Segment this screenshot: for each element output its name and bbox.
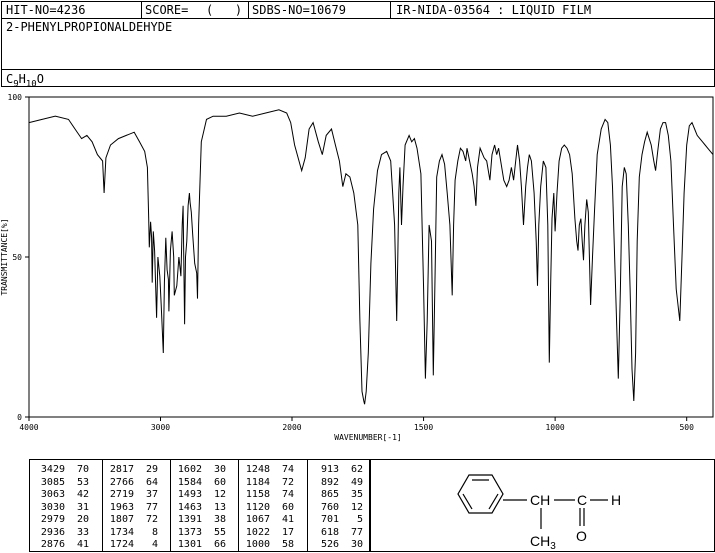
- x-axis-label: WAVENUMBER[-1]: [334, 433, 401, 442]
- y-tick-label: 50: [12, 253, 22, 262]
- x-tick-label: 3000: [151, 423, 170, 432]
- peak-table-divider: [307, 459, 308, 552]
- x-tick-label: 4000: [19, 423, 38, 432]
- peak-wavenumber: 1000: [245, 539, 270, 550]
- y-axis-label: TRANSMITTANCE[%]: [0, 218, 9, 295]
- x-axis-ticks: 4000 3000 2000 1500 1000 500: [19, 417, 694, 432]
- peak-transmittance: 4: [151, 539, 158, 550]
- peak-table-divider: [238, 459, 239, 552]
- peak-table-divider: [102, 459, 103, 552]
- y-tick-label: 0: [17, 413, 22, 422]
- peak-transmittance: 58: [281, 539, 294, 550]
- peak-wavenumber: 2876: [40, 539, 65, 550]
- transmittance-curve: [28, 109, 714, 405]
- x-tick-label: 500: [679, 423, 694, 432]
- x-tick-label: 1000: [545, 423, 564, 432]
- x-tick-label: 1500: [414, 423, 433, 432]
- x-tick-label: 2000: [282, 423, 301, 432]
- y-tick-label: 100: [8, 93, 23, 102]
- peak-table-divider: [170, 459, 171, 552]
- peak-wavenumber: 526: [320, 539, 339, 550]
- peak-transmittance: 66: [213, 539, 226, 550]
- y-axis-ticks: 100 50 0: [8, 93, 29, 422]
- peak-wavenumber: 1301: [177, 539, 202, 550]
- peak-transmittance: 30: [350, 539, 363, 550]
- peak-transmittance: 41: [76, 539, 89, 550]
- peak-wavenumber: 1724: [109, 539, 134, 550]
- structure-frame: [370, 459, 715, 552]
